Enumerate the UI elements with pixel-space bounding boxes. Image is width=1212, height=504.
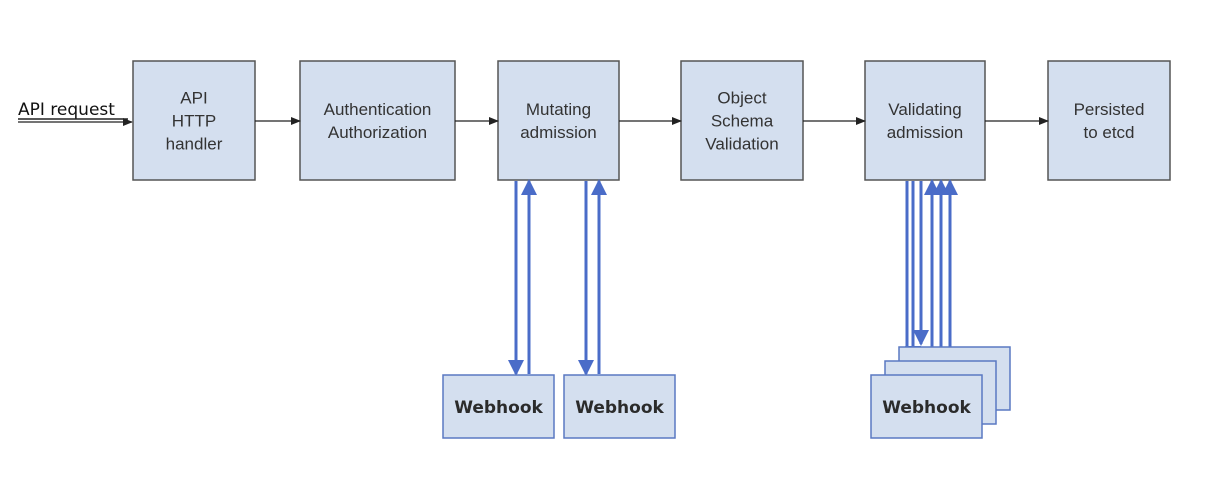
webhook-2: Webhook: [563, 374, 676, 439]
stage-label-line: Persisted: [1074, 100, 1145, 119]
stage-label-line: Authorization: [328, 123, 427, 142]
stage-label-line: Schema: [711, 112, 774, 131]
stage-label-line: Validating: [888, 100, 961, 119]
stage-persisted-to-etcd: Persisted to etcd: [1047, 60, 1171, 181]
stage-mutating-admission: Mutating admission: [497, 60, 620, 181]
stage-label-line: Authentication: [324, 100, 432, 119]
webhook-3-stacked: Webhook: [870, 374, 983, 439]
stage-api-http-handler: API HTTP handler: [132, 60, 256, 181]
api-request-label: API request: [18, 100, 115, 120]
stage-authn-authz: Authentication Authorization: [299, 60, 456, 181]
stage-box: [1047, 60, 1171, 181]
webhook-label: Webhook: [882, 398, 971, 418]
webhook-label: Webhook: [454, 398, 543, 418]
stage-box: [299, 60, 456, 181]
stage-label-line: to etcd: [1083, 123, 1134, 142]
stage-box: [497, 60, 620, 181]
stage-label-line: Object: [717, 89, 766, 108]
admission-flow-diagram: API request API HTTP handler Authentication…: [18, 60, 1171, 439]
stage-label-line: API: [180, 89, 207, 108]
stage-box: [864, 60, 986, 181]
webhook-1: Webhook: [442, 374, 555, 439]
stage-label-line: HTTP: [172, 112, 216, 131]
stage-label-line: admission: [520, 123, 597, 142]
stage-label-line: Validation: [705, 135, 778, 154]
webhook-label: Webhook: [575, 398, 664, 418]
stage-label-line: handler: [166, 135, 223, 154]
stage-label-line: admission: [887, 123, 964, 142]
stage-object-schema-validation: Object Schema Validation: [680, 60, 804, 181]
stage-validating-admission: Validating admission: [864, 60, 986, 181]
stage-label-line: Mutating: [526, 100, 591, 119]
